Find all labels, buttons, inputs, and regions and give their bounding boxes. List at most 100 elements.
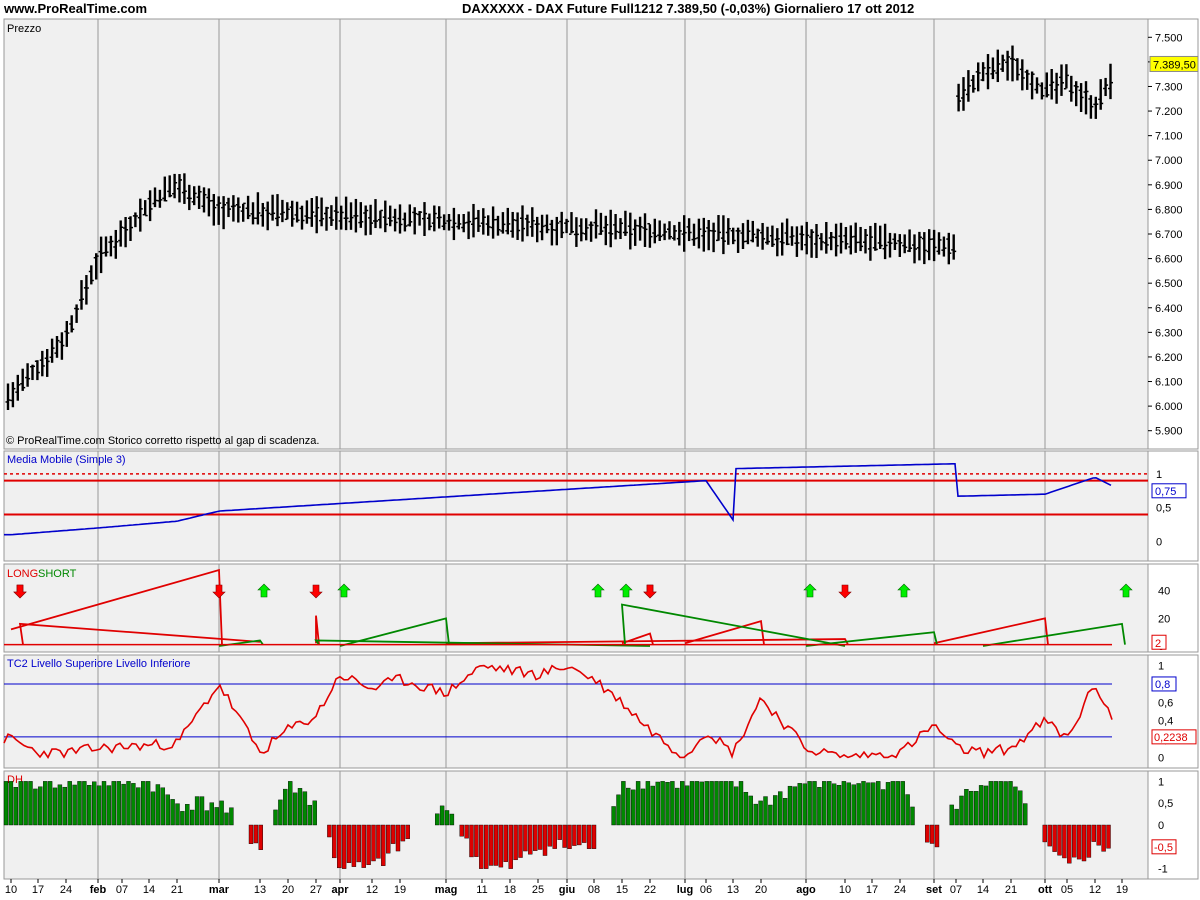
histo-bar (493, 824, 499, 866)
x-tick-label: 07 (116, 884, 128, 896)
x-tick-label: 21 (1005, 884, 1017, 896)
x-tick-label: 18 (504, 884, 516, 896)
histo-bar (23, 781, 28, 826)
ma-panel-title: Media Mobile (Simple 3) (7, 454, 126, 466)
histo-bar (949, 804, 954, 826)
histo-bar (738, 781, 744, 826)
histo-bar (224, 812, 229, 826)
x-tick-label: 24 (60, 884, 72, 896)
axis-histogram (1147, 770, 1199, 880)
histo-bar (214, 807, 219, 826)
histo-bar (469, 824, 474, 858)
histo-bar (253, 824, 259, 844)
histo-bar (836, 785, 842, 826)
histo-last-label: -0,5 (1154, 842, 1173, 854)
histo-bar (787, 785, 793, 826)
y-tick-label: 6.100 (1155, 377, 1183, 389)
histo-y-tick-label: -1 (1158, 864, 1168, 876)
y-tick-label: 6.400 (1155, 303, 1183, 315)
histo-bar (822, 781, 827, 826)
x-tick-label: 21 (171, 884, 183, 896)
histo-bar (1018, 790, 1023, 826)
histo-bar (219, 800, 224, 826)
histo-bar (484, 824, 489, 869)
histo-bar (1042, 824, 1048, 843)
histo-bar (758, 800, 763, 826)
histo-bar (18, 781, 23, 826)
x-tick-label: 14 (143, 884, 155, 896)
histo-bar (655, 781, 660, 826)
histo-bar (38, 786, 43, 826)
signals-y-tick-label: 40 (1158, 586, 1170, 598)
histo-bar (180, 811, 185, 826)
histo-bar (542, 824, 548, 856)
histo-bar (733, 786, 739, 826)
x-tick-label: 19 (394, 884, 406, 896)
histo-bar (582, 824, 587, 843)
histo-bar (33, 788, 38, 826)
chart-window: www.ProRealTime.com DAXXXXX - DAX Future… (0, 0, 1200, 900)
histo-bar (341, 824, 347, 869)
histo-bar (72, 784, 77, 826)
histo-bar (533, 824, 538, 851)
histo-bar (449, 813, 455, 826)
histo-bar (704, 781, 709, 826)
histo-bar (160, 787, 166, 826)
histo-bar (376, 824, 381, 859)
histo-bar (312, 800, 317, 826)
ma-y-tick-label: 1 (1156, 469, 1162, 481)
histo-bar (929, 824, 935, 844)
histo-bar (332, 824, 337, 859)
histo-bar (748, 795, 753, 826)
histo-bar (28, 781, 33, 826)
histo-bar (185, 804, 190, 826)
tc2-y-tick-label: 0 (1158, 752, 1164, 764)
x-tick-label: 10 (839, 884, 851, 896)
y-tick-label: 6.200 (1155, 352, 1183, 364)
histo-bar (768, 804, 773, 826)
histo-bar (57, 784, 63, 826)
histo-bar (812, 781, 817, 826)
axis-tc2 (1147, 654, 1199, 769)
tc2-panel-title: TC2 Livello Superiore Livello Inferiore (7, 658, 190, 670)
histo-bar (1047, 824, 1052, 847)
histo-bar (170, 799, 175, 826)
histo-bar (861, 781, 866, 826)
x-tick-label: 10 (5, 884, 17, 896)
x-tick-label: 19 (1116, 884, 1128, 896)
histo-bar (1086, 824, 1092, 858)
y-tick-label: 7.300 (1155, 81, 1183, 93)
y-tick-label: 6.800 (1155, 204, 1183, 216)
histo-bar (753, 803, 758, 826)
chart-canvas: 7.5007.4007.3007.2007.1007.0006.9006.800… (3, 18, 1199, 896)
x-tick-label: 11 (476, 884, 487, 896)
histo-bar (498, 824, 504, 868)
histo-bar (846, 782, 851, 826)
signals-y-tick-label: 20 (1158, 613, 1170, 625)
x-tick-label: 17 (866, 884, 878, 896)
histo-bar (831, 783, 837, 826)
histo-bar (145, 781, 151, 826)
histo-bar (802, 783, 807, 826)
histo-bar (616, 794, 621, 826)
x-tick-label: set (926, 884, 942, 896)
histo-bar (1106, 824, 1111, 849)
x-tick-label: mag (435, 884, 458, 896)
x-tick-label: 25 (532, 884, 544, 896)
histo-y-tick-label: 0 (1158, 820, 1164, 832)
histo-bar (719, 781, 724, 826)
histo-bar (983, 785, 989, 826)
histo-bar (258, 824, 263, 850)
histo-bar (626, 787, 631, 826)
histo-bar (229, 807, 234, 826)
histo-bar (988, 781, 994, 826)
histo-bar (557, 824, 562, 840)
histo-bar (464, 824, 469, 839)
histo-bar (974, 791, 979, 826)
histo-bar (91, 781, 97, 826)
histo-bar (934, 824, 940, 848)
histo-bar (47, 781, 53, 826)
histo-bar (390, 824, 396, 844)
x-tick-label: 17 (32, 884, 44, 896)
histo-bar (645, 781, 651, 826)
